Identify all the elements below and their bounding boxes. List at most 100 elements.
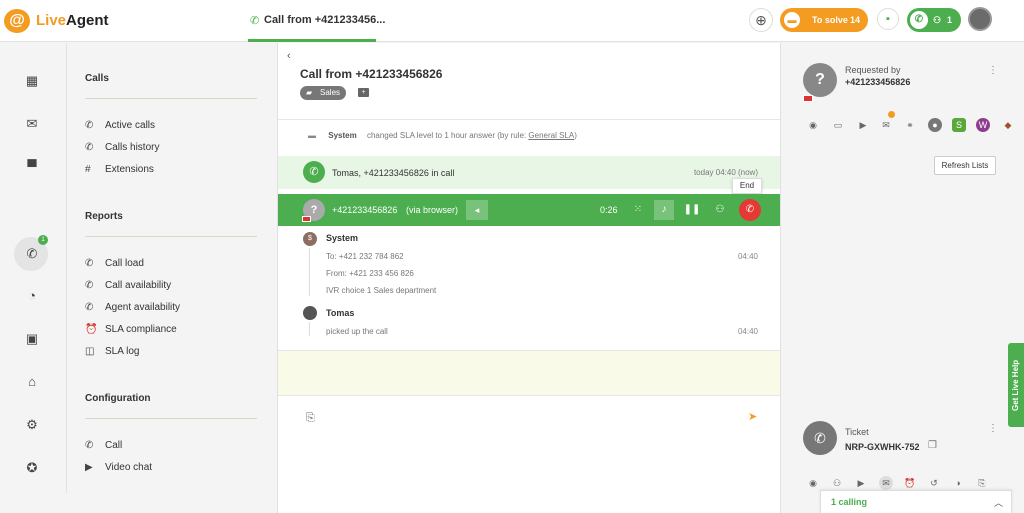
hold-icon[interactable]: ❚❚ (682, 200, 702, 220)
sla-rule-link[interactable]: General SLA (528, 131, 574, 140)
department-tag[interactable]: ▰ Sales (300, 86, 347, 100)
uk-flag-icon (302, 216, 311, 222)
draft-area (278, 351, 780, 395)
menu-item-sla-log[interactable]: ◫ SLA log (85, 346, 139, 357)
video-icon[interactable]: ▶ (854, 476, 868, 490)
alarm-icon[interactable]: ⏰ (903, 476, 917, 490)
menu-item-extensions[interactable]: # Extensions (85, 164, 154, 175)
reports-section-title: Reports (85, 211, 123, 222)
plugins-icon[interactable]: ✪ (22, 458, 42, 478)
menu-item-label: Call availability (105, 280, 172, 291)
woocommerce-icon[interactable]: W (976, 118, 990, 132)
attachment-icon[interactable]: ⎘ (306, 412, 315, 425)
calls-menu: Calls ✆ Active calls ✆ Calls history # Exte… (66, 43, 272, 493)
dashboard-icon[interactable]: ▦ (22, 71, 42, 91)
reports-icon[interactable]: ◔ (22, 286, 42, 306)
calls-badge: 1 (38, 235, 48, 245)
settings-icon[interactable]: ⚙ (22, 415, 42, 435)
chevron-up-icon[interactable]: ︿ (994, 496, 1003, 509)
phone-icon: ✆ (910, 11, 928, 29)
shopify-icon[interactable]: S (952, 118, 966, 132)
uk-flag-icon (803, 95, 813, 102)
message-line: From: +421 233 456 826 (326, 269, 414, 278)
calls-nav-icon[interactable]: ✆ (22, 244, 42, 264)
to-solve-label: To solve (812, 15, 848, 25)
menu-item-call[interactable]: ✆ Call (85, 440, 122, 451)
divider (278, 395, 780, 396)
calls-button[interactable]: ✆ ⚇ 1 (907, 8, 961, 32)
tickets-icon[interactable]: ✉ (22, 114, 42, 134)
end-call-button[interactable]: ✆ (739, 199, 761, 221)
attachment-icon[interactable]: ⎘ (975, 476, 989, 490)
call-duration: 0:26 (600, 205, 618, 215)
ticket-detail: ‹ Call from +421233456826 ▰ Sales + ▬ Sys… (277, 43, 781, 513)
video-icon: ▶ (85, 462, 93, 473)
to-solve-button[interactable]: ▬ To solve 14 (780, 8, 868, 32)
add-tag-icon[interactable]: + (358, 88, 369, 97)
menu-item-sla-compliance[interactable]: ⏰ SLA compliance (85, 324, 177, 335)
chats-icon[interactable]: ▀ (22, 157, 42, 177)
divider (85, 418, 257, 419)
contact-icon[interactable]: ◉ (806, 118, 820, 132)
menu-item-active-calls[interactable]: ✆ Active calls (85, 120, 155, 131)
email-icon[interactable]: ✉ (879, 118, 893, 132)
menu-item-call-load[interactable]: ✆ Call load (85, 258, 144, 269)
back-arrow-icon[interactable]: ‹ (287, 50, 291, 62)
knowledgebase-icon[interactable]: ⌂ (22, 372, 42, 392)
more-options-icon[interactable]: ⋮ (988, 65, 998, 76)
mailchimp-icon[interactable]: ● (928, 118, 942, 132)
add-button[interactable]: ⊕ (749, 8, 773, 32)
transfer-icon[interactable]: ⚇ (710, 200, 730, 220)
system-text-end: ) (574, 131, 577, 140)
phone-icon: ✆ (250, 15, 260, 27)
caller-number: +421233456826 (332, 205, 398, 215)
get-live-help-button[interactable]: Get Live Help (1008, 343, 1024, 427)
message-author: Tomas (326, 308, 355, 318)
message-line: To: +421 232 784 862 (326, 252, 404, 261)
message-time: 04:40 (737, 252, 758, 261)
other-integration-icon[interactable]: ◆ (1001, 118, 1015, 132)
logo-text: LiveAgent (36, 12, 109, 29)
phone-icon: ✆ (303, 161, 325, 183)
user-avatar[interactable] (968, 7, 992, 31)
video-icon[interactable]: ▶ (856, 118, 870, 132)
message-line: IVR choice 1 Sales department (326, 286, 437, 295)
copy-icon[interactable]: ❐ (928, 440, 937, 451)
link-icon[interactable]: ⚭ (903, 118, 917, 132)
menu-item-agent-availability[interactable]: ✆ Agent availability (85, 302, 180, 313)
contact-panel: ? Requested by +421233456826 ⋮ ◉ ▭ ▶ ✉ ⚭… (783, 43, 1024, 513)
menu-item-calls-history[interactable]: ✆ Calls history (85, 142, 159, 153)
phone-icon: ✆ (85, 280, 94, 291)
volume-icon[interactable]: ◂ (466, 200, 488, 220)
menu-item-label: Extensions (105, 164, 154, 175)
calling-text: 1 calling (831, 497, 868, 507)
chat-button[interactable]: ▪ (877, 8, 899, 30)
dialpad-icon[interactable]: ⁙ (628, 200, 648, 220)
in-call-time: today 04:40 (now) (693, 168, 758, 177)
menu-item-video-chat[interactable]: ▶ Video chat (85, 462, 152, 473)
history-icon[interactable]: ↺ (927, 476, 941, 490)
menu-item-label: Call (105, 440, 123, 451)
tab-call[interactable]: ✆ Call from +421233456... (248, 0, 385, 42)
more-options-icon[interactable]: ⋮ (988, 423, 998, 434)
calls-section-title: Calls (85, 73, 109, 84)
menu-item-label: Call load (105, 258, 144, 269)
menu-item-call-availability[interactable]: ✆ Call availability (85, 280, 171, 291)
contacts-icon[interactable]: ▣ (22, 329, 42, 349)
contact-icon[interactable]: ◉ (806, 476, 820, 490)
refresh-lists-button[interactable]: Refresh Lists (934, 156, 996, 175)
mute-icon[interactable]: ♪ (654, 200, 674, 220)
requested-by-label: Requested by (845, 65, 901, 75)
agents-icon[interactable]: ⚇ (830, 476, 844, 490)
calling-widget[interactable]: 1 calling ︿ (820, 490, 1012, 513)
time-icon[interactable]: ◑ (951, 476, 965, 490)
message-line: picked up the call (326, 327, 388, 336)
divider (278, 119, 780, 120)
email-icon[interactable]: ✉ (879, 476, 893, 490)
calendar-icon[interactable]: ▭ (831, 118, 845, 132)
menu-item-label: Active calls (105, 120, 156, 131)
send-icon[interactable]: ➤ (748, 410, 757, 423)
liveagent-logo-icon: @ (4, 9, 30, 33)
menu-item-label: SLA compliance (105, 324, 177, 335)
system-name: System (328, 131, 357, 140)
